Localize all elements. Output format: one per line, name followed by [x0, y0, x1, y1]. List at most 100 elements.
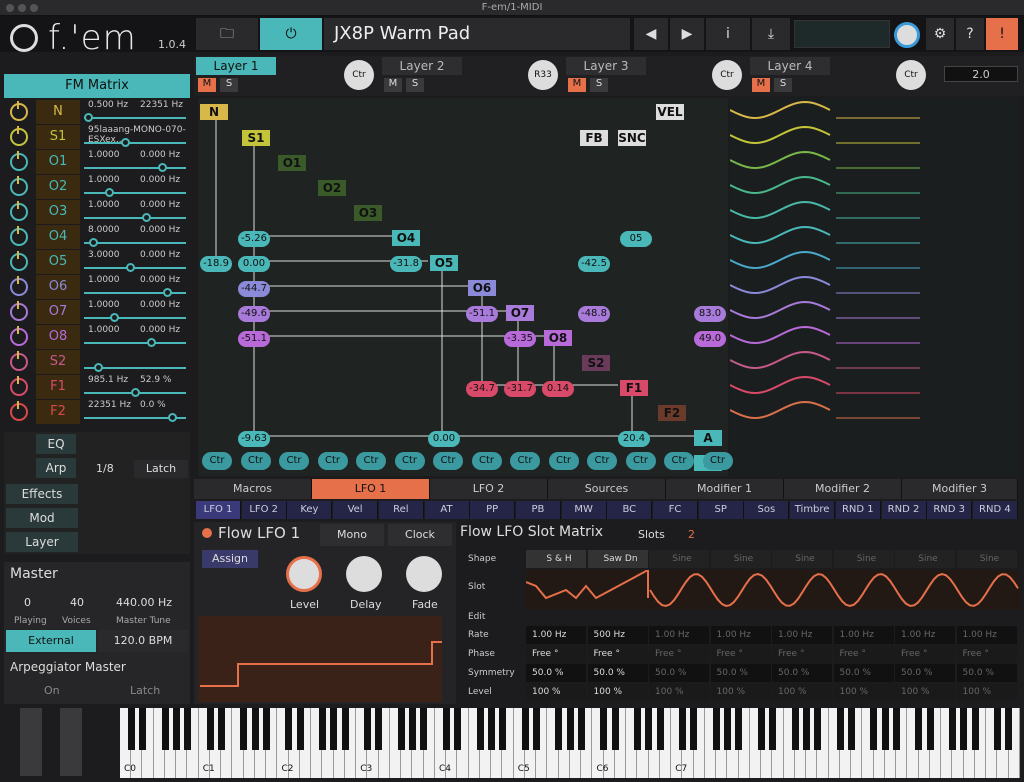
arp-master-on[interactable]: On — [44, 684, 60, 697]
ctr-button[interactable]: Ctr — [317, 452, 348, 470]
level-knob[interactable] — [286, 556, 322, 592]
slot-rate[interactable]: 1.00 Hz — [833, 626, 894, 644]
slot-shape[interactable]: Saw Dn — [587, 550, 648, 568]
settings-gear-icon[interactable]: ⚙ — [926, 18, 954, 50]
black-key[interactable] — [926, 708, 934, 750]
black-key[interactable] — [735, 708, 743, 750]
subtab-rnd-1[interactable]: RND 1 — [835, 501, 881, 519]
black-key[interactable] — [127, 708, 135, 750]
black-key[interactable] — [960, 708, 968, 750]
slot-symmetry[interactable]: 50.0 % — [649, 664, 709, 682]
row-label[interactable]: N — [36, 100, 80, 124]
power-icon[interactable] — [10, 351, 28, 371]
black-key[interactable] — [802, 708, 810, 750]
tab-lfo-1[interactable]: LFO 1 — [312, 479, 430, 499]
bpm-field[interactable]: 120.0 BPM — [98, 630, 188, 652]
row-value-2[interactable]: 0.000 Hz — [140, 300, 180, 310]
black-key[interactable] — [251, 708, 259, 750]
black-key[interactable] — [521, 708, 529, 750]
power-icon[interactable] — [10, 226, 28, 246]
master-volume-knob[interactable] — [894, 22, 920, 48]
slot-shape[interactable]: Sine — [772, 550, 832, 568]
ctr-button[interactable]: Ctr — [471, 452, 502, 470]
ctr-button[interactable]: Ctr — [356, 452, 386, 470]
black-key[interactable] — [184, 708, 191, 750]
ctr-button[interactable]: Ctr — [702, 452, 733, 470]
slider-handle[interactable] — [163, 288, 172, 297]
ctr-button[interactable]: Ctr — [548, 452, 579, 470]
subtab-timbre[interactable]: Timbre — [790, 501, 836, 519]
slot-level[interactable]: 100 % — [895, 683, 955, 701]
layer-3-mute[interactable]: M — [568, 78, 586, 92]
ctr-button[interactable]: Ctr — [240, 452, 271, 470]
slider-handle[interactable] — [84, 113, 93, 122]
slider-handle[interactable] — [89, 238, 98, 247]
row-value-1[interactable]: 1.0000 — [88, 200, 120, 210]
power-icon[interactable] — [10, 301, 28, 321]
black-key[interactable] — [139, 708, 146, 750]
black-key[interactable] — [712, 708, 720, 750]
row-value-1[interactable]: 1.0000 — [88, 300, 120, 310]
ctr-button[interactable]: Ctr — [625, 452, 656, 470]
slot-symmetry[interactable]: 50.0 % — [526, 664, 586, 682]
subtab-rnd-3[interactable]: RND 3 — [927, 501, 973, 519]
row-value-1[interactable]: 1.0000 — [88, 325, 120, 335]
layer-button[interactable]: Layer — [6, 532, 78, 552]
matrix-node-f1[interactable]: F1 — [620, 380, 648, 396]
power-icon[interactable] — [10, 376, 28, 396]
black-key[interactable] — [409, 708, 416, 750]
power-icon[interactable] — [10, 251, 28, 271]
black-key[interactable] — [645, 708, 653, 750]
black-key[interactable] — [949, 708, 956, 750]
layer-4-pan-knob[interactable]: Ctr — [896, 60, 926, 90]
slot-symmetry[interactable]: 50.0 % — [956, 664, 1017, 682]
slot-rate[interactable]: 1.00 Hz — [772, 626, 832, 644]
row-slider[interactable] — [84, 217, 186, 219]
next-preset-button[interactable]: ▶ — [670, 18, 704, 50]
black-key[interactable] — [892, 708, 900, 750]
matrix-amount[interactable]: -44.7 — [238, 281, 270, 297]
row-label[interactable]: S1 — [36, 125, 80, 149]
matrix-amount[interactable]: 20.4 — [618, 431, 650, 447]
slot-level[interactable]: 100 % — [710, 683, 771, 701]
row-value-2[interactable]: 0.000 Hz — [140, 325, 180, 335]
black-key[interactable] — [994, 708, 1001, 750]
layer-3-solo[interactable]: S — [590, 78, 608, 92]
black-key[interactable] — [870, 708, 878, 750]
row-slider[interactable] — [84, 192, 186, 194]
row-label[interactable]: O1 — [36, 150, 80, 174]
tab-modifier-2[interactable]: Modifier 2 — [784, 479, 902, 499]
row-value-1[interactable]: 985.1 Hz — [88, 375, 128, 385]
slot-shape[interactable]: Sine — [710, 550, 771, 568]
row-value-2[interactable]: 0.000 Hz — [140, 175, 180, 185]
mod-button[interactable]: Mod — [6, 508, 78, 528]
assign-button[interactable]: Assign — [202, 550, 258, 568]
black-key[interactable] — [341, 708, 349, 750]
matrix-node-s1[interactable]: S1 — [242, 130, 270, 146]
mono-button[interactable]: Mono — [320, 524, 384, 546]
alert-button[interactable]: ! — [986, 18, 1018, 50]
row-value-2[interactable]: 0.000 Hz — [140, 275, 180, 285]
slot-symmetry[interactable]: 50.0 % — [587, 664, 648, 682]
matrix-amount[interactable]: -9.63 — [238, 431, 270, 447]
black-key[interactable] — [679, 708, 686, 750]
slot-rate[interactable]: 500 Hz — [587, 626, 648, 644]
matrix-amount[interactable]: -48.8 — [578, 306, 610, 322]
slot-phase[interactable]: Free ° — [587, 645, 648, 663]
black-key[interactable] — [566, 708, 574, 750]
lfo-enable-dot[interactable] — [202, 528, 212, 538]
subtab-key[interactable]: Key — [287, 501, 333, 519]
slot-level[interactable]: 100 % — [772, 683, 832, 701]
matrix-amount[interactable]: 0.00 — [238, 256, 270, 272]
subtab-at[interactable]: AT — [424, 501, 470, 519]
slot-phase[interactable]: Free ° — [526, 645, 586, 663]
layer-2-mute[interactable]: M — [384, 78, 402, 92]
layer-1-mute[interactable]: M — [198, 78, 216, 92]
slot-phase[interactable]: Free ° — [649, 645, 709, 663]
matrix-amount[interactable]: -42.5 — [578, 256, 610, 272]
subtab-pp[interactable]: PP — [470, 501, 516, 519]
layer-3-pan-knob[interactable]: Ctr — [712, 60, 742, 90]
black-key[interactable] — [296, 708, 304, 750]
row-value-1[interactable]: 22351 Hz — [88, 400, 131, 410]
ctr-button[interactable]: Ctr — [664, 452, 694, 470]
